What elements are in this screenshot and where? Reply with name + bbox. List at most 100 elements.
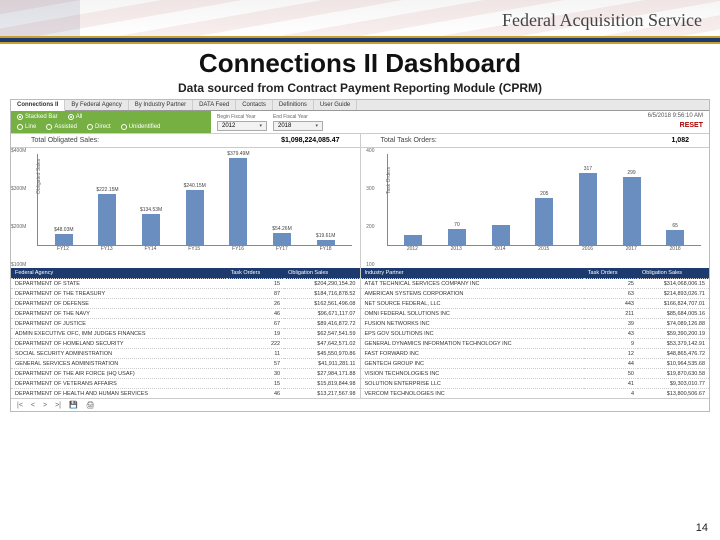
bar-value-label: $48.03M <box>54 227 73 233</box>
radio-label: Line <box>25 124 36 130</box>
table-row[interactable]: DEPARTMENT OF THE AIR FORCE (HQ USAF)30$… <box>11 369 360 379</box>
page-subtitle: Data sourced from Contract Payment Repor… <box>0 81 720 95</box>
page-title: Connections II Dashboard <box>0 48 720 79</box>
table-row[interactable]: GENERAL SERVICES ADMINISTRATION57$41,911… <box>11 359 360 369</box>
radio-all[interactable]: All <box>68 114 83 120</box>
kpi-obligated-value: $1,098,224,085.47 <box>281 137 339 144</box>
col-header[interactable]: Industry Partner <box>361 268 584 279</box>
table-row[interactable]: GENERAL DYNAMICS INFORMATION TECHNOLOGY … <box>361 339 710 349</box>
col-header[interactable]: Federal Agency <box>11 268 227 279</box>
tab-by-federal-agency[interactable]: By Federal Agency <box>65 100 128 110</box>
bar-FY17: $54.26M <box>270 226 294 245</box>
bar-rect <box>229 158 247 245</box>
table-row[interactable]: OMNI FEDERAL SOLUTIONS INC211$85,684,005… <box>361 309 710 319</box>
bar-2015: 205 <box>532 191 556 245</box>
agency-table: Federal AgencyTask OrdersObligation Sale… <box>11 268 360 398</box>
radio-icon <box>68 114 74 120</box>
pager: |< < > >| 💾 🖨 <box>11 398 709 411</box>
bar-2017: 299 <box>620 170 644 245</box>
table-row[interactable]: VISION TECHNOLOGIES INC50$19,870,630.58 <box>361 369 710 379</box>
reset-button[interactable]: RESET <box>625 122 703 129</box>
col-header[interactable]: Task Orders <box>584 268 638 279</box>
radio-direct[interactable]: Direct <box>87 124 111 130</box>
table-row[interactable]: EPS GOV SOLUTIONS INC43$59,390,200.19 <box>361 329 710 339</box>
y-ticks: 400300200100 <box>361 148 377 268</box>
begin-fy-select[interactable]: 2012 <box>217 121 267 131</box>
table-row[interactable]: GENTECH GROUP INC44$10,964,535.68 <box>361 359 710 369</box>
bar-rect <box>317 240 335 245</box>
table-row[interactable]: NET SOURCE FEDERAL, LLC443$166,824,707.0… <box>361 299 710 309</box>
table-row[interactable]: AMERICAN SYSTEMS CORPORATION63$214,893,0… <box>361 289 710 299</box>
charts-row: $400M$300M$200M$100M Obligated Sales$48.0… <box>11 148 709 268</box>
pager-next-icon[interactable]: > <box>43 402 47 409</box>
export-icon[interactable]: 💾 <box>69 401 78 409</box>
table-row[interactable]: AT&T TECHNICAL SERVICES COMPANY INC25$31… <box>361 279 710 289</box>
bar-value-label: 299 <box>627 170 635 176</box>
radio-icon <box>121 124 127 130</box>
chart-area: Task Orders7020531729965 <box>387 154 702 246</box>
x-labels: FY12FY13FY14FY15FY16FY17FY18 <box>37 246 352 252</box>
table-row[interactable]: DEPARTMENT OF THE TREASURY87$184,716,878… <box>11 289 360 299</box>
bar-rect <box>98 194 116 245</box>
chart-obligated-sales: $400M$300M$200M$100M Obligated Sales$48.0… <box>11 148 361 268</box>
bar-rect <box>273 233 291 245</box>
bar-FY12: $48.03M <box>52 227 76 245</box>
table-row[interactable]: DEPARTMENT OF JUSTICE67$89,416,872.72 <box>11 319 360 329</box>
table-row[interactable]: FUSION NETWORKS INC39$74,089,126.88 <box>361 319 710 329</box>
tab-data-feed[interactable]: DATA Feed <box>193 100 236 110</box>
chart-options: Stacked Bar All Line Assisted Direct Uni… <box>11 111 211 133</box>
end-fy-select[interactable]: 2018 <box>273 121 323 131</box>
bar-2016: 317 <box>576 166 600 245</box>
bar-rect <box>55 234 73 245</box>
bar-value-label: $134.53M <box>140 207 162 213</box>
pager-first-icon[interactable]: |< <box>17 402 23 409</box>
table-row[interactable]: DEPARTMENT OF STATE15$204,290,154.20 <box>11 279 360 289</box>
begin-fy-label: Begin Fiscal Year <box>217 114 267 120</box>
table-row[interactable]: VERCOM TECHNOLOGIES INC4$13,800,506.67 <box>361 389 710 399</box>
pager-prev-icon[interactable]: < <box>31 402 35 409</box>
chart-task-orders: 400300200100Task Orders70205317299652012… <box>361 148 710 268</box>
bar-value-label: 65 <box>672 223 678 229</box>
tab-definitions[interactable]: Definitions <box>273 100 314 110</box>
table-row[interactable]: DEPARTMENT OF THE NAVY46$96,671,117.07 <box>11 309 360 319</box>
radio-line[interactable]: Line <box>17 124 36 130</box>
radio-stacked-bar[interactable]: Stacked Bar <box>17 114 58 120</box>
col-header[interactable]: Obligation Sales <box>638 268 709 279</box>
header-service-title: Federal Acquisition Service <box>502 10 702 31</box>
header-flag-bg: Federal Acquisition Service <box>0 0 720 36</box>
radio-icon <box>17 124 23 130</box>
table-row[interactable]: DEPARTMENT OF HOMELAND SECURITY222$47,64… <box>11 339 360 349</box>
table-row[interactable]: FAST FORWARD INC12$48,865,476.72 <box>361 349 710 359</box>
radio-label: Direct <box>95 124 111 130</box>
bars: $48.03M$222.15M$134.53M$240.15M$379.49M$… <box>38 154 352 245</box>
x-labels: 2012201320142015201620172018 <box>387 246 702 252</box>
bar-rect <box>186 190 204 245</box>
kpi-orders-label: Total Task Orders: <box>381 137 437 144</box>
table-row[interactable]: DEPARTMENT OF VETERANS AFFAIRS15$15,819,… <box>11 379 360 389</box>
bar-value-label: $54.26M <box>272 226 291 232</box>
table-row[interactable]: ADMIN EXECUTIVE OFC, IMM JUDGES FINANCES… <box>11 329 360 339</box>
radio-label: All <box>76 114 83 120</box>
radio-unidentified[interactable]: Unidentified <box>121 124 161 130</box>
tab-connections-ii[interactable]: Connections II <box>11 100 65 111</box>
print-icon[interactable]: 🖨 <box>86 401 95 409</box>
table-row[interactable]: DEPARTMENT OF HEALTH AND HUMAN SERVICES4… <box>11 389 360 399</box>
tab-by-industry-partner[interactable]: By Industry Partner <box>129 100 193 110</box>
y-ticks: $400M$300M$200M$100M <box>11 148 27 268</box>
bar-FY15: $240.15M <box>183 183 207 245</box>
table-row[interactable]: DEPARTMENT OF DEFENSE26$162,561,496.08 <box>11 299 360 309</box>
table-row[interactable]: SOCIAL SECURITY ADMINISTRATION11$45,550,… <box>11 349 360 359</box>
pager-last-icon[interactable]: >| <box>55 402 61 409</box>
table-row[interactable]: SOLUTION ENTERPRISE LLC41$9,303,010.77 <box>361 379 710 389</box>
col-header[interactable]: Obligation Sales <box>284 268 359 279</box>
industry-table: Industry PartnerTask OrdersObligation Sa… <box>361 268 710 398</box>
tab-user-guide[interactable]: User Guide <box>314 100 357 110</box>
tab-contacts[interactable]: Contacts <box>236 100 273 110</box>
radio-label: Stacked Bar <box>25 114 58 120</box>
chart-area: Obligated Sales$48.03M$222.15M$134.53M$2… <box>37 154 352 246</box>
radio-assisted[interactable]: Assisted <box>46 124 77 130</box>
slide-page-number: 14 <box>696 522 708 534</box>
tab-row: Connections IIBy Federal AgencyBy Indust… <box>11 100 709 111</box>
bar-rect <box>579 173 597 245</box>
col-header[interactable]: Task Orders <box>227 268 285 279</box>
